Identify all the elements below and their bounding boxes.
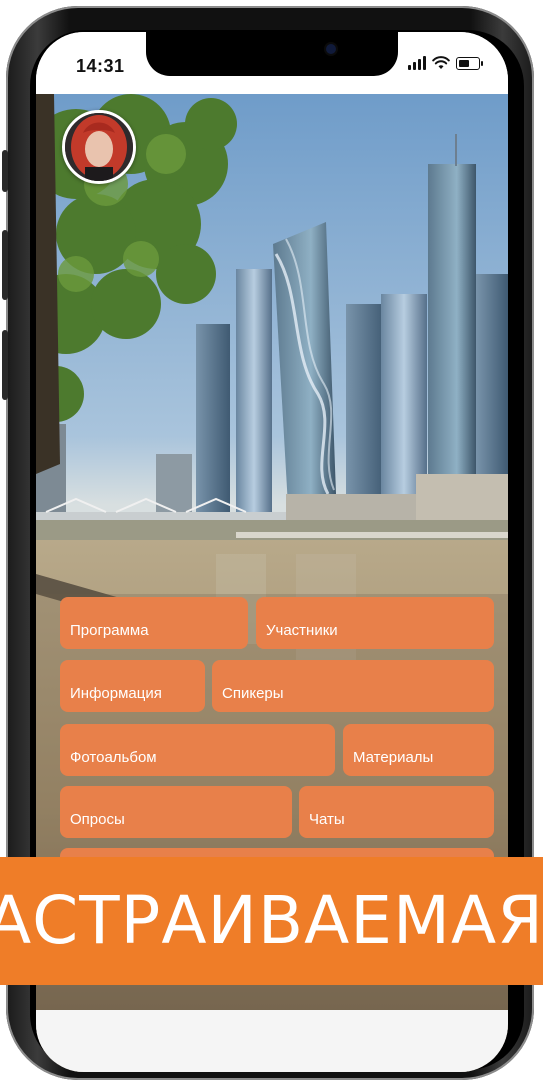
status-icons xyxy=(408,56,483,70)
volume-up-button xyxy=(2,230,8,300)
battery-icon xyxy=(456,56,483,70)
menu-button-speakers[interactable]: Спикеры xyxy=(212,660,494,712)
menu-button-information[interactable]: Информация xyxy=(60,660,205,712)
promo-banner: АСТРАИВАЕМАЯ xyxy=(0,857,543,985)
menu-button-polls[interactable]: Опросы xyxy=(60,786,292,838)
signal-icon xyxy=(408,56,426,70)
menu-button-label: Фотоальбом xyxy=(70,749,157,766)
screen-bottom-area xyxy=(36,1010,508,1072)
avatar-photo-icon xyxy=(65,113,133,181)
mute-switch xyxy=(2,150,8,192)
menu-button-chats[interactable]: Чаты xyxy=(299,786,494,838)
user-avatar[interactable] xyxy=(62,110,136,184)
menu-button-label: Спикеры xyxy=(222,685,284,702)
menu-button-program[interactable]: Программа xyxy=(60,597,248,649)
menu-button-label: Материалы xyxy=(353,749,434,766)
wifi-icon xyxy=(432,56,450,69)
menu-button-materials[interactable]: Материалы xyxy=(343,724,494,776)
menu-button-label: Участники xyxy=(266,622,338,639)
menu-button-label: Чаты xyxy=(309,811,345,828)
menu-button-photo-album[interactable]: Фотоальбом xyxy=(60,724,335,776)
promo-banner-text: АСТРАИВАЕМАЯ xyxy=(0,882,543,959)
status-bar: 14:31 xyxy=(36,32,508,94)
status-time: 14:31 xyxy=(76,56,125,76)
notch xyxy=(146,32,398,76)
menu-button-label: Информация xyxy=(70,685,162,702)
menu-button-label: Программа xyxy=(70,622,149,639)
menu-button-label: Опросы xyxy=(70,811,125,828)
menu-button-participants[interactable]: Участники xyxy=(256,597,494,649)
camera-icon xyxy=(326,44,336,54)
volume-down-button xyxy=(2,330,8,400)
